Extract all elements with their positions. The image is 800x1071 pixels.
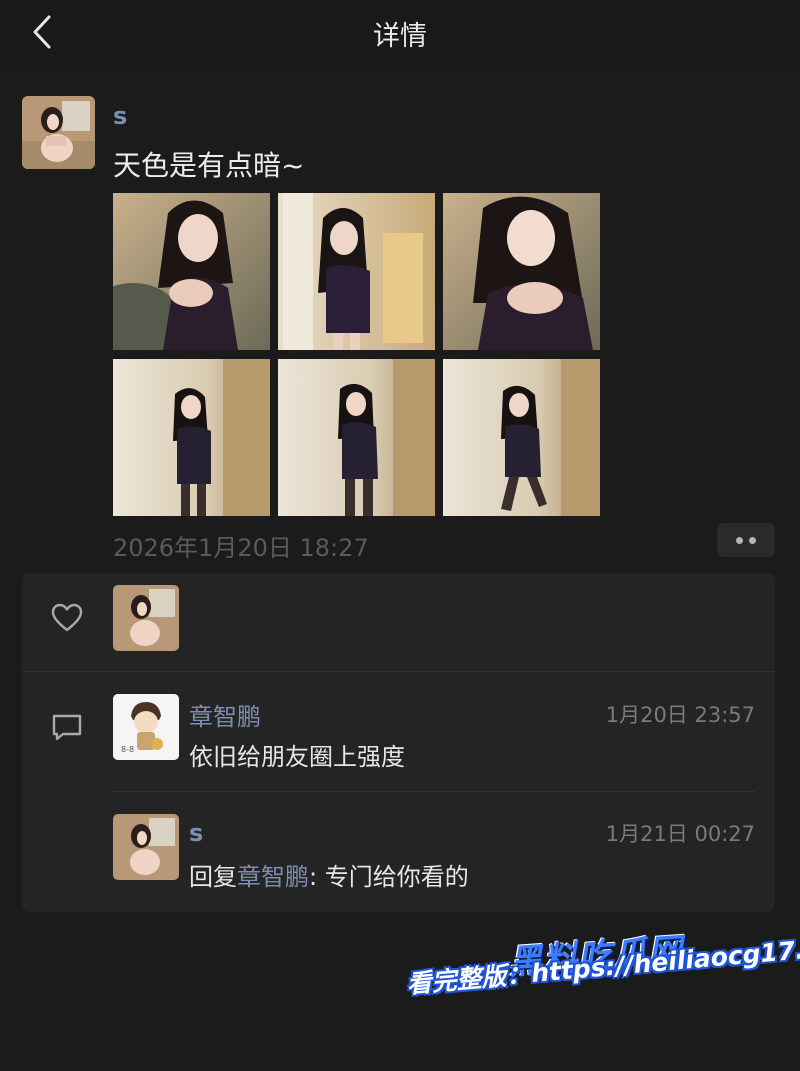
heart-icon <box>51 603 83 632</box>
commenter-avatar[interactable] <box>113 814 179 880</box>
more-actions-button[interactable] <box>717 523 775 557</box>
page-title: 详情 <box>373 21 427 52</box>
more-dots-icon <box>736 536 743 544</box>
commenter-name[interactable]: s <box>189 819 203 847</box>
commenter-name[interactable]: 章智鹏 <box>189 697 261 732</box>
reply-prefix: 回复 <box>189 863 237 891</box>
reply-body: : 专门给你看的 <box>309 863 469 891</box>
post-timestamp: 2026年1月20日 18:27 <box>113 534 369 562</box>
interaction-panel: 8-8 章智鹏 1月20日 23:57 依旧给朋友圈上强度 s 1月21日 00… <box>22 573 775 912</box>
svg-text:8-8: 8-8 <box>121 745 134 754</box>
photo-3[interactable] <box>443 193 600 350</box>
liker-avatar[interactable] <box>113 585 179 651</box>
moments-detail-page: 详情 s 天色是有点暗~ 2026年1月20日 18:27 8-8 章智鹏 1月… <box>0 0 800 1071</box>
reply-to-name[interactable]: 章智鹏 <box>237 863 309 891</box>
reply-text[interactable]: 回复章智鹏: 专门给你看的 <box>189 857 469 892</box>
post-text: 天色是有点暗~ <box>113 149 305 182</box>
comment-icon <box>52 714 82 741</box>
author-name[interactable]: s <box>113 102 127 130</box>
photo-4[interactable] <box>113 359 270 516</box>
photo-1[interactable] <box>113 193 270 350</box>
author-avatar[interactable] <box>22 96 95 169</box>
comment-time: 1月21日 00:27 <box>605 822 755 846</box>
top-bar: 详情 <box>0 0 800 70</box>
photo-2[interactable] <box>278 193 435 350</box>
divider <box>113 791 755 792</box>
comment-time: 1月20日 23:57 <box>605 703 755 727</box>
photo-6[interactable] <box>443 359 600 516</box>
photo-grid <box>113 193 601 517</box>
photo-5[interactable] <box>278 359 435 516</box>
divider <box>22 671 775 672</box>
commenter-avatar[interactable]: 8-8 <box>113 694 179 760</box>
comment-text[interactable]: 依旧给朋友圈上强度 <box>189 737 405 772</box>
